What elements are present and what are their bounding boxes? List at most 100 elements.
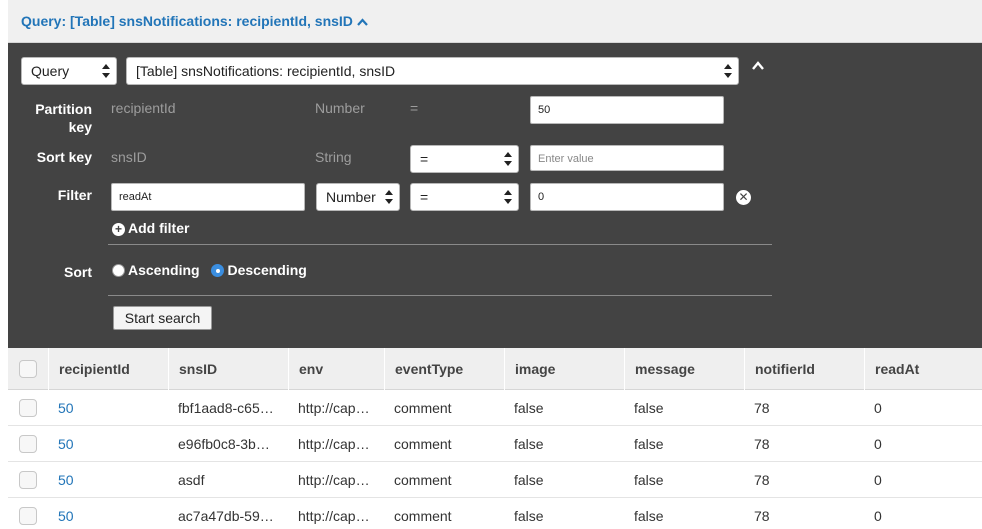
partition-key-name: recipientId xyxy=(111,100,176,116)
sort-key-label: Sort key xyxy=(36,149,92,165)
cell-env: http://cap… xyxy=(298,400,370,416)
query-mode-value: Query xyxy=(31,63,70,79)
sort-radio-group: Ascending Descending xyxy=(112,262,315,278)
start-search-button[interactable]: Start search xyxy=(113,306,212,330)
filter-type-select[interactable]: Number xyxy=(316,183,400,211)
filter-operator-select[interactable]: = xyxy=(410,183,519,211)
cell-snsID: fbf1aad8-c65… xyxy=(178,400,274,416)
add-filter-label: Add filter xyxy=(128,220,190,236)
filter-value-input[interactable]: 0 xyxy=(530,183,724,211)
column-header-env[interactable]: env xyxy=(288,348,384,390)
column-header-image[interactable]: image xyxy=(504,348,624,390)
cell-message: false xyxy=(634,472,664,488)
select-arrows-icon xyxy=(724,64,732,78)
select-all-checkbox[interactable] xyxy=(19,360,37,378)
radio-checked-icon[interactable] xyxy=(211,264,225,277)
plus-circle-icon: + xyxy=(112,223,125,236)
partition-key-label-line1: Partition xyxy=(35,101,92,117)
chevron-up-icon xyxy=(357,15,368,29)
add-filter-button[interactable]: + Add filter xyxy=(112,220,189,236)
filter-type-value: Number xyxy=(326,189,376,205)
divider xyxy=(108,244,772,245)
sort-key-name: snsID xyxy=(111,149,147,165)
remove-filter-icon[interactable]: ✕ xyxy=(736,190,751,205)
partition-key-value-input[interactable]: 50 xyxy=(530,96,724,124)
sort-ascending-option[interactable]: Ascending xyxy=(112,262,200,278)
cell-readAt: 0 xyxy=(874,472,882,488)
cell-notifierId: 78 xyxy=(754,472,770,488)
cell-env: http://cap… xyxy=(298,508,370,524)
column-header-readAt[interactable]: readAt xyxy=(864,348,982,390)
query-panel: Query [Table] snsNotifications: recipien… xyxy=(8,43,982,348)
cell-snsID: ac7a47db-59… xyxy=(178,508,274,524)
cell-readAt: 0 xyxy=(874,508,882,524)
cell-eventType: comment xyxy=(394,508,452,524)
filter-label: Filter xyxy=(57,187,92,203)
partition-key-type: Number xyxy=(315,100,365,116)
sort-label: Sort xyxy=(64,264,92,280)
cell-env: http://cap… xyxy=(298,436,370,452)
cell-notifierId: 78 xyxy=(754,436,770,452)
sort-key-operator-select[interactable]: = xyxy=(410,145,519,173)
cell-env: http://cap… xyxy=(298,472,370,488)
row-checkbox[interactable] xyxy=(19,399,37,417)
cell-message: false xyxy=(634,436,664,452)
table-index-select[interactable]: [Table] snsNotifications: recipientId, s… xyxy=(126,57,739,85)
select-arrows-icon xyxy=(385,190,393,204)
partition-key-label: Partition key xyxy=(28,100,92,136)
select-arrows-icon xyxy=(102,64,110,78)
cell-snsID: asdf xyxy=(178,472,205,488)
cell-image: false xyxy=(514,436,544,452)
sort-key-value-input[interactable]: Enter value xyxy=(530,145,724,171)
collapse-chevron-icon[interactable] xyxy=(751,59,765,73)
table-row[interactable]: 50 e96fb0c8-3b… http://cap… comment fals… xyxy=(8,426,982,462)
filter-attribute-input[interactable]: readAt xyxy=(111,183,305,211)
query-title-text: Query: [Table] snsNotifications: recipie… xyxy=(21,13,353,29)
cell-recipientId[interactable]: 50 xyxy=(48,390,168,426)
partition-key-operator: = xyxy=(410,100,419,116)
cell-snsID: e96fb0c8-3b… xyxy=(178,436,270,452)
cell-eventType: comment xyxy=(394,400,452,416)
column-header-message[interactable]: message xyxy=(624,348,744,390)
cell-readAt: 0 xyxy=(874,436,882,452)
table-row[interactable]: 50 ac7a47db-59… http://cap… comment fals… xyxy=(8,498,982,529)
sort-key-operator-value: = xyxy=(420,151,429,167)
query-mode-select[interactable]: Query xyxy=(21,57,117,85)
column-header-snsID[interactable]: snsID xyxy=(168,348,288,390)
select-arrows-icon xyxy=(504,152,512,166)
divider xyxy=(108,295,772,296)
cell-message: false xyxy=(634,400,664,416)
cell-eventType: comment xyxy=(394,436,452,452)
column-header-notifierId[interactable]: notifierId xyxy=(744,348,864,390)
table-row[interactable]: 50 fbf1aad8-c65… http://cap… comment fal… xyxy=(8,390,982,426)
sort-ascending-label: Ascending xyxy=(128,262,200,278)
sort-descending-label: Descending xyxy=(227,262,307,278)
cell-notifierId: 78 xyxy=(754,508,770,524)
cell-readAt: 0 xyxy=(874,400,882,416)
cell-recipientId[interactable]: 50 xyxy=(48,498,168,529)
cell-image: false xyxy=(514,508,544,524)
table-header-row: recipientId snsID env eventType image me… xyxy=(8,348,982,390)
query-header-title[interactable]: Query: [Table] snsNotifications: recipie… xyxy=(21,13,368,29)
cell-recipientId[interactable]: 50 xyxy=(48,462,168,498)
column-header-eventType[interactable]: eventType xyxy=(384,348,504,390)
cell-eventType: comment xyxy=(394,472,452,488)
cell-image: false xyxy=(514,472,544,488)
row-checkbox[interactable] xyxy=(19,435,37,453)
sort-descending-option[interactable]: Descending xyxy=(211,262,307,278)
cell-image: false xyxy=(514,400,544,416)
cell-notifierId: 78 xyxy=(754,400,770,416)
radio-unchecked-icon[interactable] xyxy=(112,264,125,277)
table-index-value: [Table] snsNotifications: recipientId, s… xyxy=(136,63,396,79)
cell-message: false xyxy=(634,508,664,524)
filter-operator-value: = xyxy=(420,189,429,205)
column-header-recipientId[interactable]: recipientId xyxy=(48,348,168,390)
row-checkbox[interactable] xyxy=(19,471,37,489)
cell-recipientId[interactable]: 50 xyxy=(48,426,168,462)
table-row[interactable]: 50 asdf http://cap… comment false false … xyxy=(8,462,982,498)
sort-key-type: String xyxy=(315,149,352,165)
row-checkbox[interactable] xyxy=(19,507,37,525)
partition-key-label-line2: key xyxy=(68,119,92,135)
select-arrows-icon xyxy=(504,190,512,204)
query-header[interactable]: Query: [Table] snsNotifications: recipie… xyxy=(8,0,982,43)
